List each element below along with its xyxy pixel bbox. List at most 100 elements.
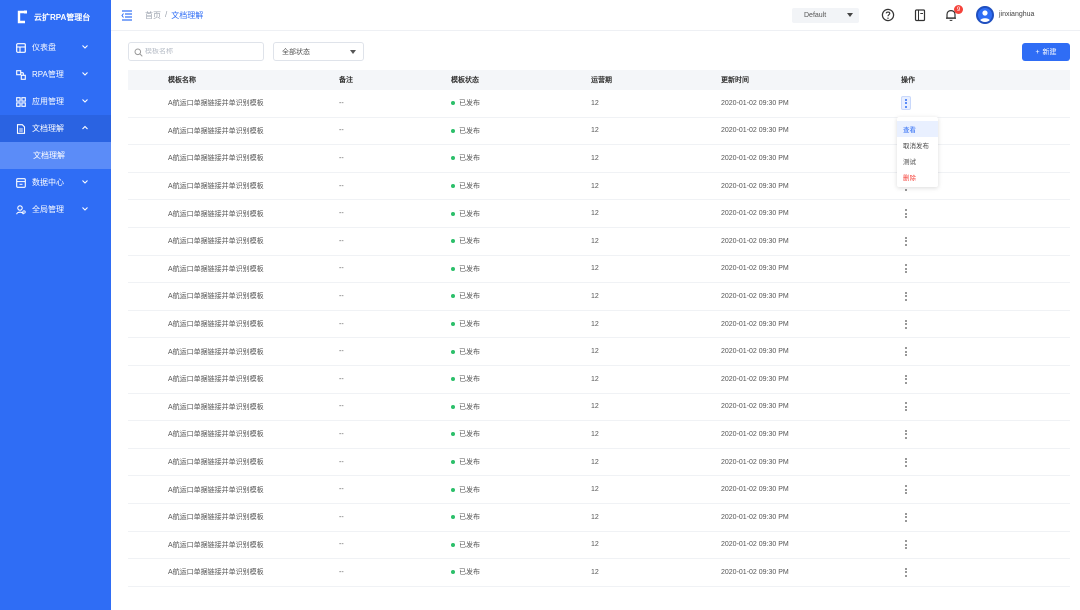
template-name[interactable]: A航运口单据链接并单识别模板	[168, 429, 264, 439]
sidebar-item-dashboard[interactable]: 仪表盘	[0, 34, 111, 61]
more-actions-icon[interactable]	[901, 262, 911, 276]
updated-time: 2020-01-02 09:30 PM	[721, 210, 789, 218]
more-actions-icon[interactable]	[901, 565, 911, 579]
table-row[interactable]: A航运口单据链接并单识别模板 -- 已发布 12 2020-01-02 09:30 PM	[128, 532, 1070, 560]
template-name[interactable]: A航运口单据链接并单识别模板	[168, 374, 264, 384]
template-remark: --	[339, 237, 344, 245]
more-actions-icon[interactable]	[901, 345, 911, 359]
status-text: 已发布	[459, 265, 480, 273]
brand[interactable]: 云扩RPA管理台	[0, 0, 111, 34]
book-icon[interactable]	[913, 8, 927, 22]
updated-time: 2020-01-02 09:30 PM	[721, 154, 789, 162]
search-input[interactable]	[145, 48, 255, 55]
more-actions-icon[interactable]	[901, 234, 911, 248]
menu-item-view[interactable]: 查看	[897, 121, 938, 137]
template-name[interactable]: A航运口单据链接并单识别模板	[168, 126, 264, 136]
table-row[interactable]: A航运口单据链接并单识别模板 -- 已发布 12 2020-01-02 09:30 PM	[128, 421, 1070, 449]
table-row[interactable]: A航运口单据链接并单识别模板 -- 已发布 12 2020-01-02 09:30 PM	[128, 283, 1070, 311]
more-actions-icon[interactable]	[901, 455, 911, 469]
template-name[interactable]: A航运口单据链接并单识别模板	[168, 209, 264, 219]
more-actions-icon[interactable]	[901, 427, 911, 441]
status-badge: 已发布	[451, 567, 480, 577]
table-row[interactable]: A航运口单据链接并单识别模板 -- 已发布 12 2020-01-02 09:30 PM	[128, 338, 1070, 366]
robot-icon	[15, 69, 26, 80]
template-stage: 12	[591, 486, 599, 494]
updated-time: 2020-01-02 09:30 PM	[721, 486, 789, 494]
updated-time: 2020-01-02 09:30 PM	[721, 430, 789, 438]
template-stage: 12	[591, 541, 599, 549]
plus-icon: +	[1035, 48, 1040, 56]
more-actions-icon[interactable]	[901, 317, 911, 331]
template-name[interactable]: A航运口单据链接并单识别模板	[168, 98, 264, 108]
table-row[interactable]: A航运口单据链接并单识别模板 -- 已发布 12 2020-01-02 09:30 PM	[128, 559, 1070, 587]
sidebar-item-rpa[interactable]: RPA管理	[0, 61, 111, 88]
breadcrumb: 首页 / 文档理解	[145, 10, 203, 21]
table-row[interactable]: A航运口单据链接并单识别模板 -- 已发布 12 2020-01-02 09:30 PM	[128, 366, 1070, 394]
template-remark: --	[339, 127, 344, 135]
sidebar-item-label: RPA管理	[32, 70, 64, 79]
template-name[interactable]: A航运口单据链接并单识别模板	[168, 512, 264, 522]
template-name[interactable]: A航运口单据链接并单识别模板	[168, 567, 264, 577]
status-text: 已发布	[459, 376, 480, 384]
status-badge: 已发布	[451, 319, 480, 329]
menu-collapse-icon[interactable]	[121, 9, 133, 21]
status-badge: 已发布	[451, 485, 480, 495]
more-actions-icon[interactable]	[901, 483, 911, 497]
status-text: 已发布	[459, 431, 480, 439]
template-name[interactable]: A航运口单据链接并单识别模板	[168, 402, 264, 412]
more-actions-icon[interactable]	[901, 96, 911, 111]
table-row[interactable]: A航运口单据链接并单识别模板 -- 已发布 12 2020-01-02 09:30 PM	[128, 311, 1070, 339]
template-stage: 12	[591, 210, 599, 218]
status-filter-value: 全部状态	[282, 48, 310, 56]
sidebar-item-data-center[interactable]: 数据中心	[0, 169, 111, 196]
more-actions-icon[interactable]	[901, 538, 911, 552]
template-name[interactable]: A航运口单据链接并单识别模板	[168, 457, 264, 467]
template-name[interactable]: A航运口单据链接并单识别模板	[168, 236, 264, 246]
more-actions-icon[interactable]	[901, 289, 911, 303]
help-icon[interactable]	[881, 8, 895, 22]
more-actions-icon[interactable]	[901, 400, 911, 414]
template-name[interactable]: A航运口单据链接并单识别模板	[168, 319, 264, 329]
updated-time: 2020-01-02 09:30 PM	[721, 265, 789, 273]
breadcrumb-home[interactable]: 首页	[145, 10, 161, 21]
more-actions-icon[interactable]	[901, 372, 911, 386]
template-name[interactable]: A航运口单据链接并单识别模板	[168, 153, 264, 163]
avatar[interactable]	[976, 6, 994, 24]
sidebar-item-global-settings[interactable]: 全局管理	[0, 196, 111, 223]
template-name[interactable]: A航运口单据链接并单识别模板	[168, 540, 264, 550]
menu-item-unpublish[interactable]: 取消发布	[897, 137, 938, 153]
new-template-button[interactable]: + 新建	[1022, 43, 1070, 61]
more-actions-icon[interactable]	[901, 510, 911, 524]
template-name[interactable]: A航运口单据链接并单识别模板	[168, 485, 264, 495]
menu-item-delete[interactable]: 删除	[897, 169, 938, 185]
table-row[interactable]: A航运口单据链接并单识别模板 -- 已发布 12 2020-01-02 09:30 PM	[128, 449, 1070, 477]
template-name[interactable]: A航运口单据链接并单识别模板	[168, 291, 264, 301]
status-dot-icon	[451, 239, 455, 244]
table-row[interactable]: A航运口单据链接并单识别模板 -- 已发布 12 2020-01-02 09:30 PM	[128, 90, 1070, 118]
brand-logo-icon	[17, 10, 27, 24]
environment-select[interactable]: Default	[792, 8, 859, 23]
menu-item-test[interactable]: 测试	[897, 153, 938, 169]
status-filter-select[interactable]: 全部状态	[273, 42, 364, 61]
template-name[interactable]: A航运口单据链接并单识别模板	[168, 264, 264, 274]
sidebar-subitem-document-understanding[interactable]: 文档理解	[0, 142, 111, 169]
search-field[interactable]	[128, 42, 264, 61]
dashboard-icon	[15, 42, 26, 53]
template-name[interactable]: A航运口单据链接并单识别模板	[168, 347, 264, 357]
more-actions-icon[interactable]	[901, 207, 911, 221]
table-row[interactable]: A航运口单据链接并单识别模板 -- 已发布 12 2020-01-02 09:30 PM	[128, 256, 1070, 284]
table-row[interactable]: A航运口单据链接并单识别模板 -- 已发布 12 2020-01-02 09:30 PM	[128, 228, 1070, 256]
updated-time: 2020-01-02 09:30 PM	[721, 513, 789, 521]
status-dot-icon	[451, 322, 455, 327]
table-row[interactable]: A航运口单据链接并单识别模板 -- 已发布 12 2020-01-02 09:30 PM	[128, 394, 1070, 422]
sidebar-item-document-understanding[interactable]: 文档理解	[0, 115, 111, 142]
column-header-remark: 备注	[339, 77, 353, 84]
table-row[interactable]: A航运口单据链接并单识别模板 -- 已发布 12 2020-01-02 09:30 PM	[128, 476, 1070, 504]
table-row[interactable]: A航运口单据链接并单识别模板 -- 已发布 12 2020-01-02 09:30 PM	[128, 504, 1070, 532]
template-name[interactable]: A航运口单据链接并单识别模板	[168, 181, 264, 191]
table-row[interactable]: A航运口单据链接并单识别模板 -- 已发布 12 2020-01-02 09:30 PM	[128, 200, 1070, 228]
username[interactable]: jinxianghua	[999, 11, 1034, 18]
status-badge: 已发布	[451, 374, 480, 384]
sidebar-item-apps[interactable]: 应用管理	[0, 88, 111, 115]
updated-time: 2020-01-02 09:30 PM	[721, 458, 789, 466]
